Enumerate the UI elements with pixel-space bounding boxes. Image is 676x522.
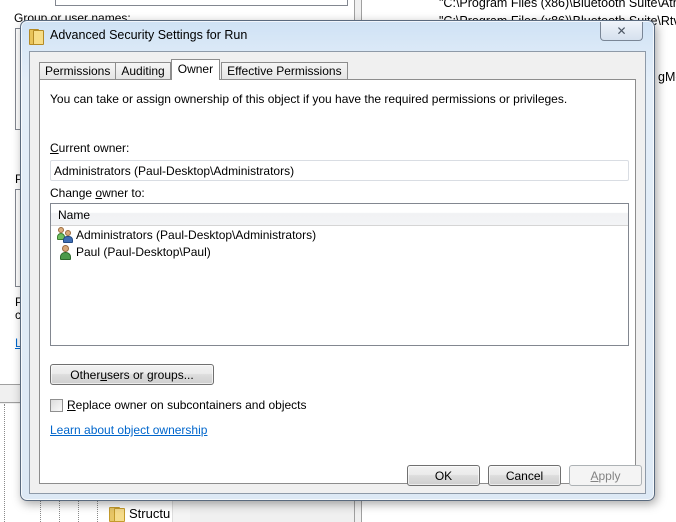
change-owner-label: Change owner to:: [50, 186, 145, 200]
group-icon: [57, 226, 73, 243]
ok-button[interactable]: OK: [407, 465, 480, 486]
list-item[interactable]: Administrators (Paul-Desktop\Administrat…: [51, 226, 628, 243]
tree-item-label: Structu: [129, 506, 171, 521]
list-item[interactable]: Paul (Paul-Desktop\Paul): [51, 243, 628, 260]
change-owner-list[interactable]: Name Administrators (Paul-Desktop\Admini…: [50, 203, 629, 346]
access-key: R: [67, 398, 76, 412]
learn-about-ownership-link[interactable]: Learn about object ownership: [50, 423, 207, 437]
title-bar[interactable]: Advanced Security Settings for Run ✕: [21, 21, 654, 49]
tab-permissions[interactable]: Permissions: [39, 62, 117, 80]
tab-strip: Permissions Auditing Owner Effective Per…: [39, 59, 348, 80]
folder-icon: [28, 28, 44, 45]
close-icon: ✕: [616, 24, 627, 38]
label-text: eplace owner on subcontainers and object…: [75, 398, 307, 412]
owner-tab-page: You can take or assign ownership of this…: [39, 79, 636, 484]
current-owner-label: Current owner:: [50, 141, 129, 155]
advanced-security-dialog: Advanced Security Settings for Run ✕ Per…: [20, 20, 655, 501]
registry-value-line: "C:\Program Files (x86)\Bluetooth Suite\…: [439, 0, 676, 10]
tab-auditing[interactable]: Auditing: [115, 62, 171, 80]
button-text: Other: [70, 367, 101, 382]
button-text: pply: [598, 468, 621, 483]
replace-owner-checkbox[interactable]: [50, 398, 63, 412]
button-text: sers or groups...: [107, 367, 194, 382]
other-users-or-groups-button[interactable]: Other u sers or groups...: [50, 364, 214, 385]
access-key: u: [100, 367, 107, 382]
replace-owner-option[interactable]: Replace owner on subcontainers and objec…: [50, 398, 307, 412]
label-text: Change: [50, 186, 96, 200]
label-text: wner to:: [102, 186, 145, 200]
registry-value-fragment: gMe: [658, 70, 676, 84]
dialog-title: Advanced Security Settings for Run: [50, 28, 248, 42]
cancel-button[interactable]: Cancel: [488, 465, 561, 486]
replace-owner-label: Replace owner on subcontainers and objec…: [67, 398, 307, 412]
user-icon: [57, 244, 73, 260]
label-text: urrent owner:: [58, 141, 130, 155]
access-key: A: [590, 468, 599, 483]
intro-text: You can take or assign ownership of this…: [50, 92, 568, 106]
list-item-label: Paul (Paul-Desktop\Paul): [76, 244, 211, 259]
background-top-box: [55, 0, 348, 6]
tree-item-structure[interactable]: Structu: [108, 506, 171, 522]
tab-owner[interactable]: Owner: [170, 59, 221, 80]
apply-button[interactable]: Apply: [569, 465, 642, 486]
folder-icon: [108, 506, 125, 522]
column-header-name[interactable]: Name: [51, 204, 628, 226]
tab-effective-permissions[interactable]: Effective Permissions: [221, 62, 348, 80]
tree-guide-line: [4, 404, 5, 522]
list-item-label: Administrators (Paul-Desktop\Administrat…: [76, 227, 317, 242]
current-owner-field[interactable]: Administrators (Paul-Desktop\Administrat…: [50, 160, 629, 181]
access-key: C: [50, 141, 59, 155]
close-button[interactable]: ✕: [600, 22, 643, 41]
dialog-client-area: Permissions Auditing Owner Effective Per…: [29, 51, 646, 494]
